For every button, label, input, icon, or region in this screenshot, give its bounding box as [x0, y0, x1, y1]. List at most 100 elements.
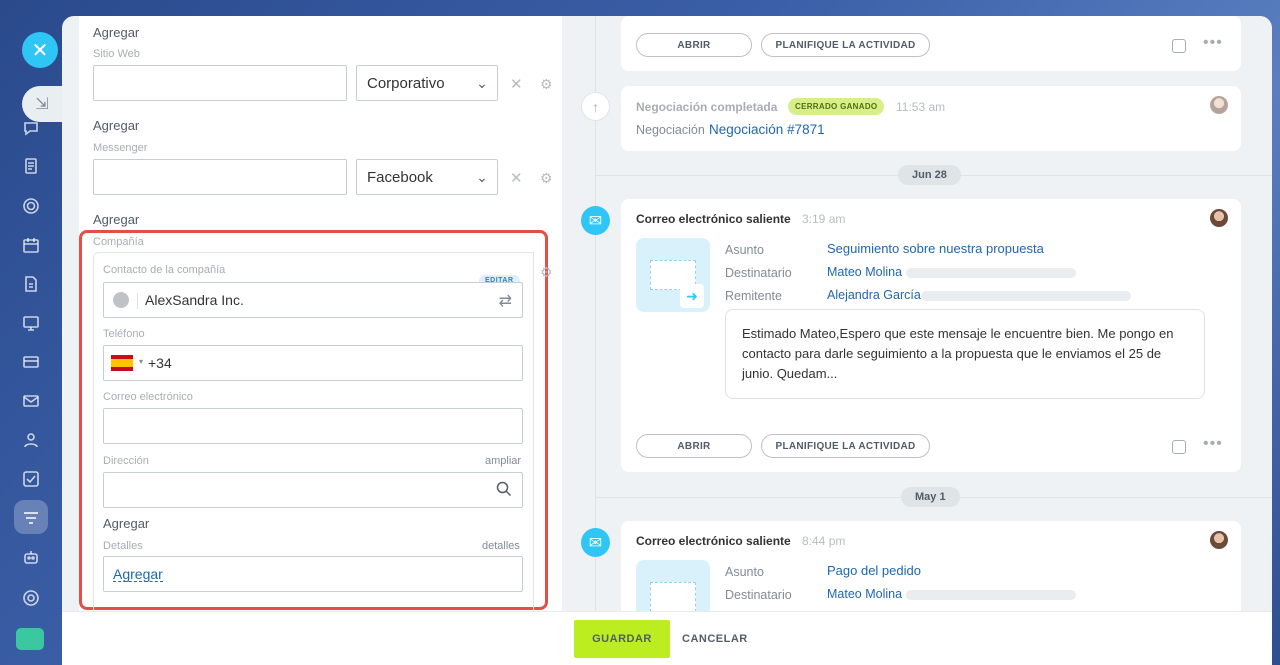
add-website-link[interactable]: Agregar: [93, 25, 139, 40]
website-type-value: Corporativo: [367, 74, 445, 92]
status-badge: CERRADO GANADO: [788, 98, 885, 115]
company-name: AlexSandra Inc.: [145, 292, 244, 308]
envelope-icon: [650, 582, 696, 612]
remove-icon[interactable]: ✕: [510, 169, 523, 187]
address-input[interactable]: [103, 472, 523, 508]
app-launcher-icon[interactable]: [16, 628, 44, 650]
deal-prefix: Negociación: [636, 123, 705, 137]
sender-label: Remitente: [725, 289, 782, 303]
address-label: Dirección: [103, 455, 149, 467]
open-button[interactable]: ABRIR: [636, 33, 752, 57]
gear-icon[interactable]: ⚙: [540, 170, 553, 187]
recipient-link[interactable]: Mateo Molina: [827, 265, 902, 279]
redacted-email: [906, 590, 1076, 600]
add-company-field-link[interactable]: Agregar: [103, 516, 149, 531]
email-card: Correo electrónico saliente 3:19 am ➜ As…: [621, 199, 1241, 472]
website-type-select[interactable]: Corporativo ⌄: [356, 65, 498, 101]
mail-icon: ✉: [581, 528, 610, 557]
card-icon[interactable]: [21, 352, 41, 372]
phone-label: Teléfono: [103, 328, 145, 340]
messenger-input[interactable]: [93, 159, 347, 195]
website-input[interactable]: [93, 65, 347, 101]
note-icon[interactable]: [1172, 39, 1186, 53]
chevron-down-icon: ⌄: [476, 74, 488, 91]
address-expand-link[interactable]: ampliar: [485, 455, 521, 467]
filter-icon[interactable]: [21, 508, 41, 528]
date-pill: Jun 28: [898, 165, 961, 185]
avatar[interactable]: [1210, 531, 1228, 549]
close-icon[interactable]: ✕: [22, 32, 58, 68]
phone-input[interactable]: ▾ +34: [103, 345, 523, 381]
divider: [137, 293, 138, 309]
open-button[interactable]: ABRIR: [636, 434, 752, 458]
redacted-email: [906, 268, 1076, 278]
subject-link[interactable]: Seguimiento sobre nuestra propuesta: [827, 241, 1044, 256]
deal-time: 11:53 am: [896, 100, 946, 114]
plan-activity-button[interactable]: PLANIFIQUE LA ACTIVIDAD: [761, 434, 930, 458]
search-icon[interactable]: [496, 481, 512, 497]
details-input[interactable]: Agregar: [103, 556, 523, 592]
deal-completed-card: Negociación completada CERRADO GANADO 11…: [621, 86, 1241, 151]
email-time: 8:44 pm: [802, 534, 846, 548]
robot-icon[interactable]: [21, 547, 41, 567]
app-sidebar: ✕ ⇲: [0, 0, 62, 665]
plan-activity-button[interactable]: PLANIFIQUE LA ACTIVIDAD: [761, 33, 930, 57]
chat-icon[interactable]: [21, 118, 41, 138]
form-footer: GUARDAR CANCELAR: [62, 611, 1272, 665]
presentation-icon[interactable]: [21, 313, 41, 333]
minimize-icon[interactable]: ⇲: [22, 86, 62, 122]
caret-down-icon[interactable]: ▾: [139, 357, 143, 366]
slider-panel: Agregar Sitio Web Corporativo ⌄ ✕ ⚙ Agreg…: [62, 16, 1272, 665]
target-icon[interactable]: [21, 196, 41, 216]
subject-label: Asunto: [725, 243, 764, 257]
company-contact-label: Contacto de la compañía: [103, 264, 226, 276]
mail-icon[interactable]: [21, 391, 41, 411]
sender-link[interactable]: Alejandra García: [827, 288, 921, 302]
subject-label: Asunto: [725, 565, 764, 579]
swap-icon[interactable]: ⇄: [499, 291, 512, 311]
email-title: Correo electrónico saliente: [636, 212, 791, 226]
phone-code: +34: [148, 355, 172, 371]
remove-icon[interactable]: ✕: [510, 75, 523, 93]
email-time: 3:19 am: [802, 212, 846, 226]
email-input[interactable]: [103, 408, 523, 444]
company-section-label: Compañía: [93, 236, 144, 248]
chevron-down-icon: ⌄: [476, 168, 488, 185]
website-label: Sitio Web: [93, 48, 140, 60]
activity-card: ABRIR PLANIFIQUE LA ACTIVIDAD •••: [621, 16, 1241, 71]
save-button[interactable]: GUARDAR: [574, 620, 670, 658]
company-select[interactable]: AlexSandra Inc. ⇄: [103, 282, 523, 318]
email-thumbnail[interactable]: ➜: [636, 238, 710, 312]
details-link[interactable]: detalles: [482, 540, 520, 552]
file-icon[interactable]: [21, 274, 41, 294]
more-icon[interactable]: •••: [1203, 34, 1223, 52]
details-add-link[interactable]: Agregar: [113, 567, 163, 582]
deal-link[interactable]: Negociación #7871: [709, 122, 825, 137]
recipient-label: Destinatario: [725, 266, 792, 280]
messenger-type-select[interactable]: Facebook ⌄: [356, 159, 498, 195]
add-messenger-link[interactable]: Agregar: [93, 118, 139, 133]
tasks-icon[interactable]: [21, 469, 41, 489]
more-icon[interactable]: •••: [1203, 435, 1223, 453]
subject-link[interactable]: Pago del pedido: [827, 563, 921, 578]
timeline: ABRIR PLANIFIQUE LA ACTIVIDAD ••• ↑ Nego…: [562, 16, 1272, 641]
settings-icon[interactable]: [21, 588, 41, 608]
note-icon[interactable]: [1172, 440, 1186, 454]
spain-flag-icon[interactable]: [111, 355, 133, 371]
gear-icon[interactable]: ⚙: [540, 76, 553, 93]
contacts-icon[interactable]: [21, 430, 41, 450]
avatar[interactable]: [1210, 96, 1228, 114]
entity-form: Agregar Sitio Web Corporativo ⌄ ✕ ⚙ Agreg…: [79, 16, 562, 612]
messenger-label: Messenger: [93, 142, 148, 154]
details-label: Detalles: [103, 540, 143, 552]
calendar-icon[interactable]: [21, 235, 41, 255]
redacted-email: [921, 291, 1131, 301]
avatar[interactable]: [1210, 209, 1228, 227]
email-body-preview[interactable]: Estimado Mateo,Espero que este mensaje l…: [725, 309, 1205, 399]
recipient-link[interactable]: Mateo Molina: [827, 587, 902, 601]
cancel-button[interactable]: CANCELAR: [682, 620, 748, 658]
gear-icon[interactable]: ⚙: [540, 264, 553, 281]
add-field-link[interactable]: Agregar: [93, 212, 139, 227]
document-icon[interactable]: [21, 156, 41, 176]
arrow-right-icon: ➜: [680, 284, 704, 308]
